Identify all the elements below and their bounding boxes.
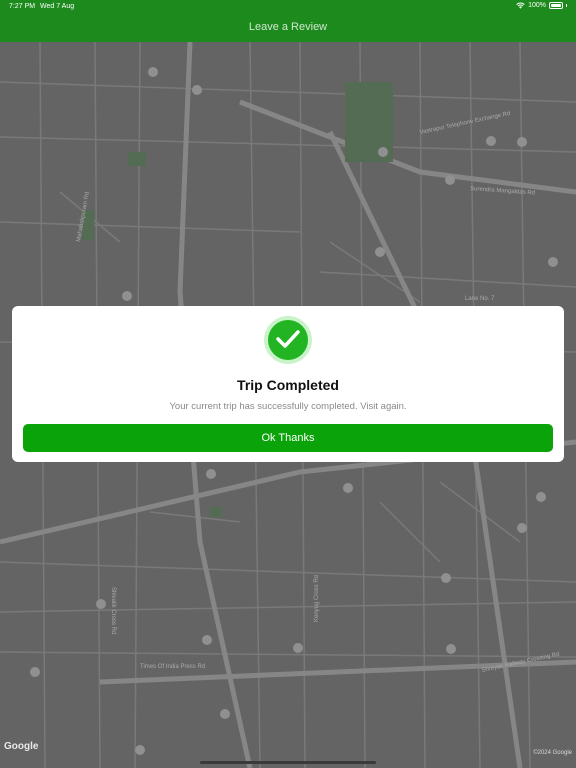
- nav-bar: Leave a Review: [0, 14, 576, 42]
- status-bar: 7:27 PM Wed 7 Aug 100%: [0, 0, 576, 14]
- page-title: Leave a Review: [248, 21, 328, 33]
- dialog-message: Your current trip has successfully compl…: [169, 401, 407, 412]
- wifi-icon: [516, 2, 525, 9]
- checkmark-icon: [264, 316, 312, 364]
- status-date: Wed 7 Aug: [40, 3, 75, 10]
- battery-cap: [566, 4, 567, 7]
- status-time: 7:27 PM: [9, 3, 36, 10]
- ok-thanks-button[interactable]: Ok Thanks: [23, 424, 553, 452]
- home-indicator[interactable]: [200, 761, 376, 764]
- trip-completed-dialog: Trip Completed Your current trip has suc…: [12, 306, 564, 462]
- google-logo: Google: [4, 741, 39, 752]
- dialog-title: Trip Completed: [237, 377, 339, 393]
- status-right: 100%: [516, 2, 567, 9]
- battery-icon: [549, 2, 563, 9]
- map-copyright: ©2024 Google: [533, 750, 572, 756]
- battery-percent: 100%: [528, 2, 546, 9]
- check-icon: [276, 330, 300, 348]
- checkmark-circle: [268, 320, 308, 360]
